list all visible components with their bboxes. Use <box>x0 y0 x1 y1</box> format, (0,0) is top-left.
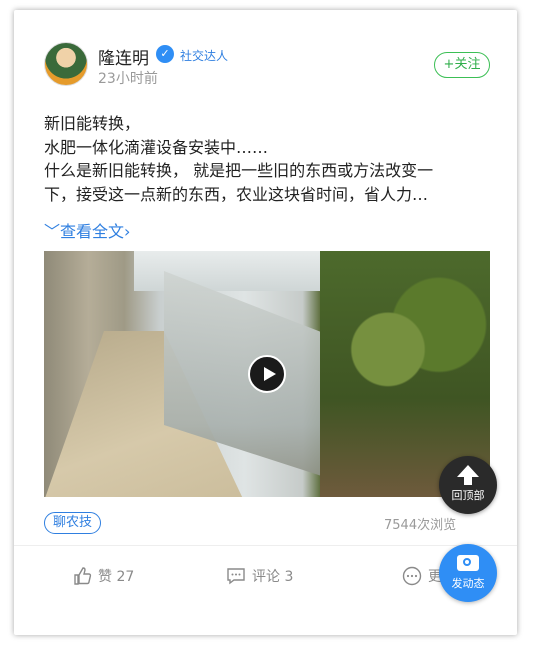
play-icon[interactable] <box>248 355 286 393</box>
arrow-up-icon <box>457 465 479 477</box>
avatar[interactable] <box>44 42 88 86</box>
post-new-button[interactable]: 发动态 <box>439 544 497 602</box>
comment-button[interactable]: 评论 3 <box>226 566 293 586</box>
post-text: 新旧能转换， 水肥一体化滴灌设备安装中…… 什么是新旧能转换， 就是把一些旧的东… <box>44 112 494 206</box>
post-card: 隆连明 ✓ 社交达人 23小时前 +关注 新旧能转换， 水肥一体化滴灌设备安装中… <box>14 10 517 635</box>
topic-tag[interactable]: 聊农技 <box>44 512 102 534</box>
chevron-right-icon: › <box>124 222 131 241</box>
post-text-line: 下，接受这一点新的东西，农业这块省时间，省人力… <box>44 184 429 204</box>
comment-label: 评论 3 <box>252 569 294 585</box>
video-thumbnail[interactable] <box>44 251 490 497</box>
divider <box>14 545 517 546</box>
author-role-badge: 社交达人 <box>180 49 229 63</box>
view-count: 7544次浏览 <box>384 518 457 533</box>
more-button[interactable]: 更 <box>402 566 442 586</box>
post-time: 23小时前 <box>98 71 158 87</box>
thumbs-up-icon <box>74 567 92 585</box>
author-name[interactable]: 隆连明 <box>98 44 149 69</box>
post-text-line: 新旧能转换， <box>44 114 141 133</box>
expand-text-link[interactable]: ﹀查看全文› <box>44 218 130 242</box>
like-button[interactable]: 赞 27 <box>72 566 134 586</box>
like-label: 赞 27 <box>98 569 135 585</box>
comment-icon <box>227 568 245 585</box>
camera-icon <box>457 555 479 571</box>
verified-icon: ✓ <box>156 45 174 63</box>
follow-button[interactable]: +关注 <box>434 52 490 78</box>
expand-label: 查看全文 <box>60 222 125 241</box>
chevron-down-icon: ﹀ <box>44 222 61 241</box>
post-text-line: 水肥一体化滴灌设备安装中…… <box>44 137 269 157</box>
post-new-label: 发动态 <box>451 577 485 590</box>
back-to-top-button[interactable]: 回顶部 <box>439 456 497 514</box>
more-icon <box>402 566 422 586</box>
back-to-top-label: 回顶部 <box>451 489 485 502</box>
post-text-line: 什么是新旧能转换， 就是把一些旧的东西或方法改变一 <box>44 161 434 180</box>
